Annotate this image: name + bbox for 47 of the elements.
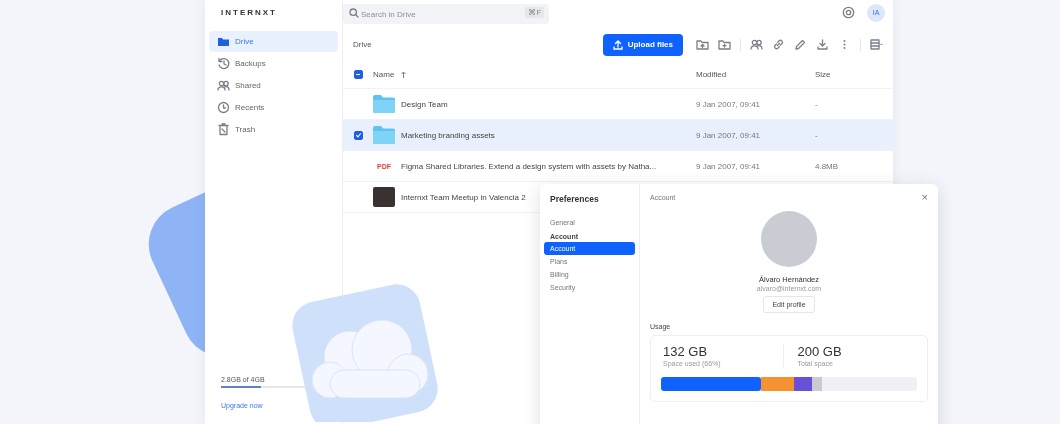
usage-value: 132 GB	[663, 344, 709, 359]
app-logo: INTERNXT	[220, 7, 278, 19]
folder-icon	[217, 35, 230, 48]
folder-icon	[373, 126, 395, 144]
history-icon	[217, 57, 230, 70]
link-icon[interactable]	[772, 38, 785, 51]
new-folder-icon[interactable]	[718, 38, 731, 51]
sidebar-item[interactable]: Shared	[209, 75, 338, 96]
file-row[interactable]: Marketing branding assets 9 Jan 2007, 09:41 -	[343, 120, 893, 151]
search-icon	[349, 7, 359, 18]
row-checkbox[interactable]	[353, 130, 363, 140]
file-size: 4.8MB	[815, 161, 839, 171]
upload-folder-icon[interactable]	[696, 38, 709, 51]
column-header[interactable]: Modified	[696, 70, 815, 79]
trash-icon	[217, 123, 230, 136]
people-icon	[217, 79, 230, 92]
file-name: Figma Shared Libraries. Extend a design system with assets by Natha...	[401, 161, 657, 171]
column-header[interactable]: Name	[373, 70, 696, 79]
settings-icon[interactable]	[842, 6, 855, 19]
file-name: Marketing branding assets	[401, 130, 495, 140]
modified-date: 9 Jan 2007, 09:41	[696, 130, 761, 140]
sidebar-item[interactable]: Backups	[209, 53, 338, 74]
file-name: Design Team	[401, 99, 448, 109]
modified-date: 9 Jan 2007, 09:41	[696, 99, 761, 109]
folder-icon	[373, 95, 395, 113]
file-size: -	[815, 130, 818, 140]
sidebar-item[interactable]: Trash	[209, 119, 338, 140]
file-name: Internxt Team Meetup in Valencia 2	[401, 192, 526, 202]
breadcrumb[interactable]: Drive	[353, 40, 372, 49]
clock-icon	[217, 101, 230, 114]
dialog-title: Preferences	[549, 193, 600, 206]
sidebar-item[interactable]: Drive	[209, 31, 338, 52]
modified-date: 9 Jan 2007, 09:41	[696, 161, 761, 171]
select-all-checkbox[interactable]	[353, 70, 363, 79]
sidebar-item[interactable]: Recents	[209, 97, 338, 118]
people-icon[interactable]	[750, 38, 763, 51]
photo-placeholder	[373, 187, 395, 207]
column-header[interactable]: Size	[815, 70, 875, 79]
upload-icon	[612, 39, 623, 50]
close-button[interactable]: ×	[921, 192, 928, 203]
pencil-icon[interactable]	[794, 38, 807, 51]
file-size: -	[815, 99, 818, 109]
upload-button[interactable]: Upload files	[602, 33, 683, 56]
usage-value: 200 GB	[797, 344, 843, 359]
profile-photo-placeholder	[761, 211, 817, 267]
download-icon[interactable]	[816, 38, 829, 51]
list-view-icon[interactable]	[870, 38, 883, 51]
